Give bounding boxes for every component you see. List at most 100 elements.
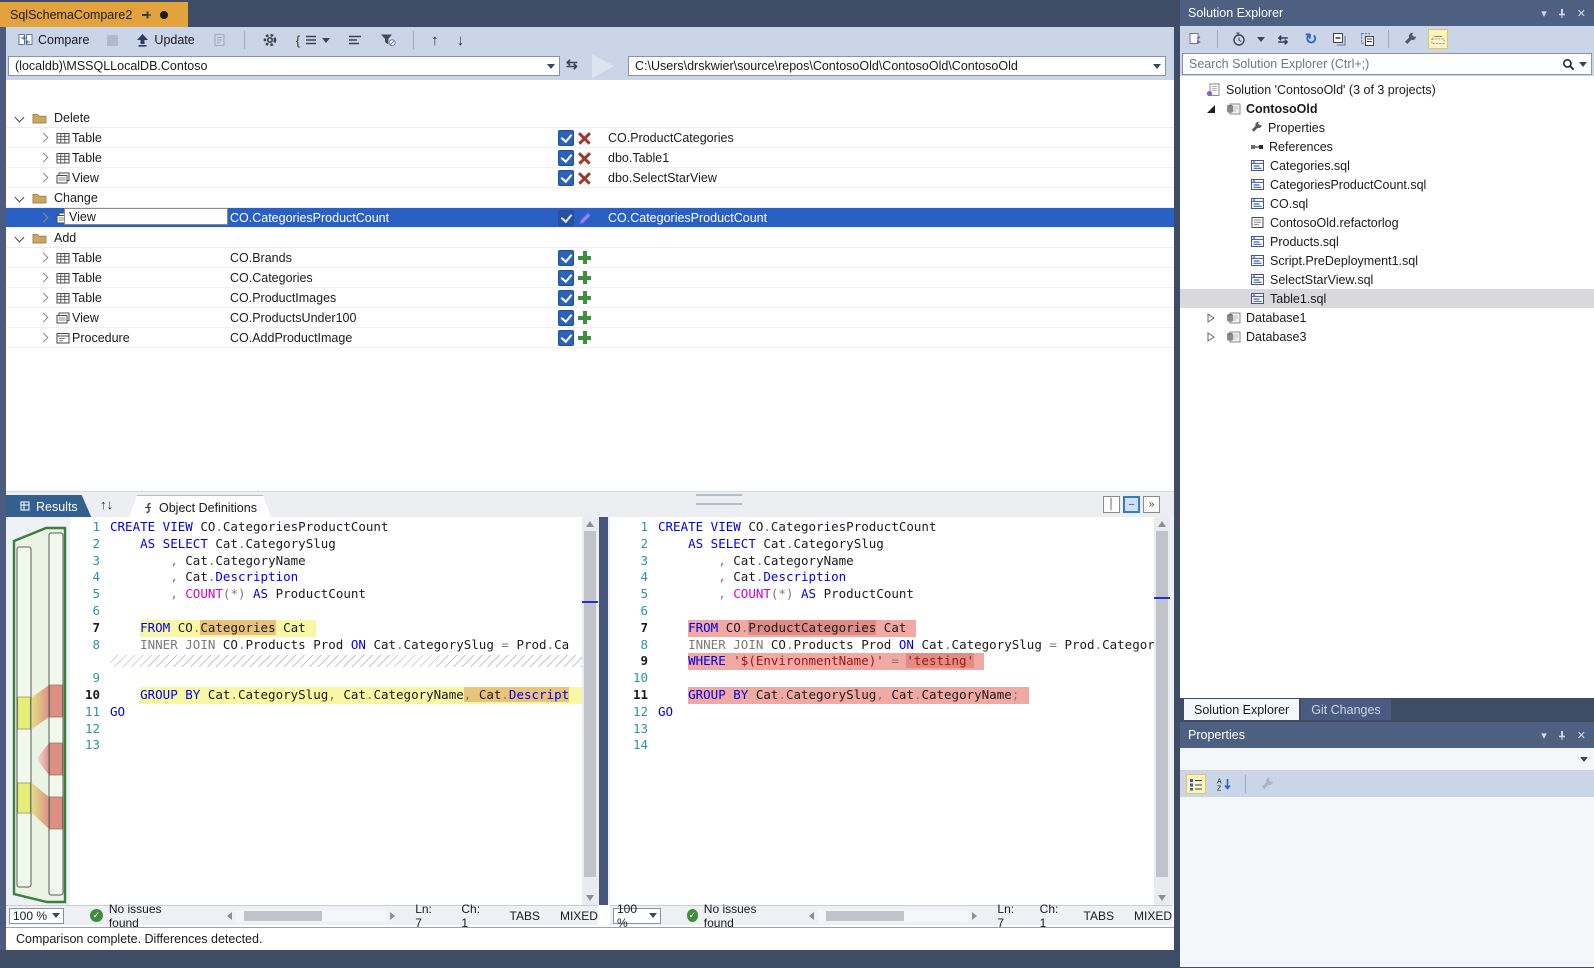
code-line[interactable]: 1CREATE VIEW CO.CategoriesProductCount — [610, 519, 1154, 536]
properties-object-combobox[interactable] — [1180, 748, 1594, 771]
code-line[interactable]: 13 — [610, 721, 1154, 738]
update-button[interactable]: Update — [132, 31, 198, 49]
include-checkbox[interactable] — [558, 248, 574, 267]
table-row[interactable]: ViewCO.ProductsUnder100 — [6, 308, 1174, 328]
code-line[interactable]: 13 — [70, 737, 582, 754]
code-line[interactable]: 5 , COUNT(*) AS ProductCount — [610, 586, 1154, 603]
sort-results-button[interactable]: ↑↓ — [100, 497, 113, 512]
code-line[interactable]: 11 GROUP BY Cat.CategorySlug, Cat.Catego… — [610, 687, 1154, 704]
tree-item-selectstarview-sql[interactable]: SelectStarView.sql — [1180, 270, 1594, 289]
diff-overview-minimap[interactable] — [12, 525, 68, 905]
swap-source-target-button[interactable]: ⇆ — [566, 56, 578, 73]
group-row-delete[interactable]: Delete — [6, 108, 1174, 128]
code-line[interactable]: 9 — [70, 670, 582, 687]
source-code-pane[interactable]: 1CREATE VIEW CO.CategoriesProductCount2 … — [70, 517, 582, 905]
expand-icon[interactable] — [40, 288, 47, 307]
source-combobox[interactable]: (localdb)\MSSQLLocalDB.Contoso — [8, 56, 560, 76]
switch-views-button[interactable]: ⇆ — [1273, 29, 1293, 49]
left-horizontal-scrollbar[interactable] — [227, 910, 395, 922]
table-row[interactable]: ViewCO.CategoriesProductCountCO.Categori… — [6, 208, 1174, 228]
tab-results[interactable]: Results — [6, 495, 92, 518]
code-line[interactable]: 4 , Cat.Description — [610, 569, 1154, 586]
target-combobox[interactable]: C:\Users\drskwier\source\repos\ContosoOl… — [628, 56, 1166, 76]
refresh-button[interactable]: ↻ — [1301, 29, 1321, 49]
tree-item-categoriesproductcount-sql[interactable]: CategoriesProductCount.sql — [1180, 175, 1594, 194]
include-checkbox[interactable] — [558, 328, 574, 347]
table-row[interactable]: TableCO.Brands — [6, 248, 1174, 268]
table-row[interactable]: TableCO.Categories — [6, 268, 1174, 288]
chevron-down-icon[interactable] — [1257, 37, 1265, 42]
code-line[interactable]: 8 INNER JOIN CO.Products Prod ON Cat.Cat… — [70, 637, 582, 654]
tree-item-products-sql[interactable]: Products.sql — [1180, 232, 1594, 251]
tree-item-co-sql[interactable]: CO.sql — [1180, 194, 1594, 213]
tree-item-properties[interactable]: Properties — [1180, 118, 1594, 137]
table-row[interactable]: Tabledbo.Table1 — [6, 148, 1174, 168]
right-zoom-select[interactable]: 100 % — [613, 908, 661, 924]
include-checkbox[interactable] — [558, 128, 574, 147]
code-line[interactable]: 2 AS SELECT Cat.CategorySlug — [70, 536, 582, 553]
tree-item-database1[interactable]: Database1 — [1180, 308, 1594, 327]
splitter-grip[interactable] — [696, 494, 742, 505]
next-difference-button[interactable]: ↓ — [453, 30, 469, 51]
expander-icon[interactable] — [1206, 332, 1216, 342]
tree-item-contosoold[interactable]: ContosoOld — [1180, 99, 1594, 118]
properties-wrench-button[interactable] — [1400, 29, 1420, 49]
solution-explorer-titlebar[interactable]: Solution Explorer ▾ ✕ — [1180, 0, 1594, 26]
collapse-all-button[interactable] — [1329, 29, 1349, 49]
include-checkbox[interactable] — [558, 268, 574, 287]
code-line[interactable]: 5 , COUNT(*) AS ProductCount — [70, 586, 582, 603]
code-line[interactable]: 12GO — [610, 704, 1154, 721]
expand-icon[interactable] — [40, 208, 47, 227]
preview-selected-items-toggle[interactable] — [1428, 29, 1448, 49]
window-menu-icon[interactable]: ▾ — [1541, 7, 1547, 20]
expand-icon[interactable] — [40, 328, 47, 347]
tree-item-script-predeployment1-sql[interactable]: Script.PreDeployment1.sql — [1180, 251, 1594, 270]
target-code-pane[interactable]: 1CREATE VIEW CO.CategoriesProductCount2 … — [610, 517, 1154, 905]
include-checkbox[interactable] — [558, 288, 574, 307]
code-line[interactable]: 6 — [610, 603, 1154, 620]
expand-icon[interactable] — [40, 128, 47, 147]
sync-with-active-document-button[interactable] — [1186, 29, 1206, 49]
code-line[interactable]: 10 — [610, 670, 1154, 687]
pin-icon[interactable] — [1557, 730, 1567, 741]
collapse-icon[interactable] — [16, 228, 23, 247]
table-row[interactable]: TableCO.ProductImages — [6, 288, 1174, 308]
expand-icon[interactable] — [40, 168, 47, 187]
alphabetical-sort-button[interactable]: AZ — [1214, 774, 1234, 794]
right-vertical-scrollbar[interactable] — [1154, 517, 1170, 905]
chevron-down-icon[interactable] — [1579, 62, 1587, 67]
pane-splitter[interactable] — [599, 517, 608, 905]
code-line[interactable]: 6 — [70, 603, 582, 620]
code-line[interactable]: 3 , Cat.CategoryName — [610, 553, 1154, 570]
table-row[interactable]: TableCO.ProductCategories — [6, 128, 1174, 148]
code-line[interactable]: 1CREATE VIEW CO.CategoriesProductCount — [70, 519, 582, 536]
pin-icon[interactable] — [1557, 8, 1567, 19]
left-zoom-select[interactable]: 100 % — [9, 908, 64, 924]
code-line[interactable]: 2 AS SELECT Cat.CategorySlug — [610, 536, 1154, 553]
group-by-button[interactable]: { — [292, 31, 334, 50]
options-gear-button[interactable] — [258, 30, 282, 50]
object-type-editbox[interactable]: View — [64, 208, 228, 225]
close-icon[interactable]: ✕ — [1577, 7, 1586, 20]
horizontal-split-button[interactable]: – — [1123, 496, 1140, 513]
chevron-down-icon[interactable] — [541, 57, 559, 75]
search-input[interactable] — [1183, 57, 1558, 71]
document-tab[interactable]: SqlSchemaCompare2 — [0, 2, 188, 27]
group-row-change[interactable]: Change — [6, 188, 1174, 208]
tree-item-table1-sql[interactable]: Table1.sql — [1180, 289, 1594, 308]
collapse-icon[interactable] — [16, 188, 23, 207]
include-checkbox[interactable] — [558, 208, 574, 227]
right-horizontal-scrollbar[interactable] — [809, 910, 977, 922]
tab-solution-explorer[interactable]: Solution Explorer — [1184, 699, 1299, 720]
include-checkbox[interactable] — [558, 148, 574, 167]
tree-item-contosoold-refactorlog[interactable]: ContosoOld.refactorlog — [1180, 213, 1594, 232]
pin-icon[interactable] — [140, 9, 152, 21]
expander-icon[interactable] — [1206, 104, 1216, 114]
properties-titlebar[interactable]: Properties ▾ ✕ — [1180, 722, 1594, 748]
code-line[interactable]: 3 , Cat.CategoryName — [70, 553, 582, 570]
expander-icon[interactable] — [1206, 313, 1216, 323]
code-line[interactable]: 8 INNER JOIN CO.Products Prod ON Cat.Cat… — [610, 637, 1154, 654]
expand-icon[interactable] — [40, 268, 47, 287]
table-row[interactable]: ProcedureCO.AddProductImage — [6, 328, 1174, 348]
collapse-pane-button[interactable]: » — [1143, 496, 1160, 513]
